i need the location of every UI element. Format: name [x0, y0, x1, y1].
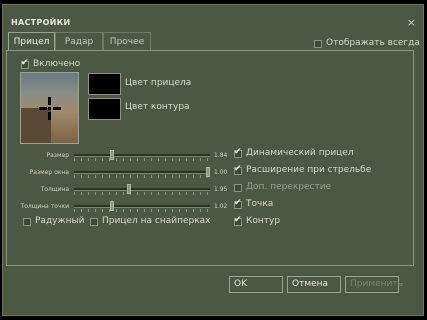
slider-ticks — [74, 175, 210, 178]
slider-value: 1.95 — [214, 186, 228, 193]
crosshair-dot — [48, 107, 51, 110]
enabled-label: Включено — [33, 59, 81, 69]
option-checkbox[interactable] — [234, 147, 242, 158]
close-icon[interactable]: × — [407, 17, 416, 28]
option-label: Контур — [246, 216, 281, 226]
crosshair-line-left — [39, 107, 47, 110]
slider-track — [74, 205, 210, 208]
cancel-button[interactable]: Отмена — [287, 276, 341, 293]
slider-label: Толщина — [40, 186, 69, 193]
tab-radar[interactable]: Радар — [55, 32, 103, 50]
crosshair-preview — [20, 72, 79, 144]
rainbow-checkbox[interactable] — [23, 218, 31, 226]
slider-track — [74, 171, 210, 174]
show-always-checkbox[interactable] — [314, 40, 322, 48]
option-label: Доп. перекрестие — [246, 182, 332, 192]
option-label: Расширение при стрельбе — [246, 165, 372, 175]
apply-button[interactable]: Применить — [345, 276, 403, 293]
show-always-label: Отображать всегда — [326, 38, 420, 48]
slider-label: Толщина точки — [20, 203, 69, 210]
crosshair-line-bottom — [48, 112, 51, 120]
slider-thumb[interactable] — [110, 150, 114, 160]
option-checkbox[interactable] — [234, 215, 242, 226]
slider-value: 1.02 — [214, 203, 228, 210]
slider[interactable] — [74, 184, 210, 195]
option-checkbox[interactable] — [234, 184, 242, 192]
title-bar[interactable]: НАСТРОЙКИ × — [3, 5, 423, 33]
option-label: Точка — [246, 199, 274, 209]
slider-ticks — [74, 209, 210, 212]
slider[interactable] — [74, 201, 210, 212]
slider-value: 1.00 — [214, 169, 228, 176]
rainbow-label: Радужный — [35, 216, 85, 226]
slider-label: Размер — [46, 152, 69, 159]
slider-ticks — [74, 192, 210, 195]
crosshair-line-top — [48, 97, 51, 105]
slider-thumb[interactable] — [127, 184, 131, 194]
enabled-checkbox[interactable] — [21, 58, 29, 69]
option-checkbox[interactable] — [234, 164, 242, 175]
window-title: НАСТРОЙКИ — [11, 18, 71, 27]
slider-track — [74, 154, 210, 157]
option-label: Динамический прицел — [246, 148, 354, 158]
crosshair-line-right — [53, 107, 61, 110]
slider[interactable] — [74, 167, 210, 178]
tab-other[interactable]: Прочее — [103, 32, 151, 50]
slider-thumb[interactable] — [110, 201, 114, 211]
slider-label: Размер окна — [29, 169, 69, 176]
ok-button[interactable]: OK — [229, 276, 283, 293]
crosshair-color-label: Цвет прицела — [125, 78, 192, 88]
slider-value: 1.84 — [214, 152, 228, 159]
sniper-crosshair-checkbox[interactable] — [90, 218, 98, 226]
crosshair-color-swatch[interactable] — [88, 73, 121, 95]
outline-color-swatch[interactable] — [88, 98, 121, 120]
slider-track — [74, 188, 210, 191]
slider[interactable] — [74, 150, 210, 161]
slider-thumb[interactable] — [206, 167, 210, 177]
tab-crosshair[interactable]: Прицел — [8, 32, 55, 51]
sniper-crosshair-label: Прицел на снайперках — [102, 216, 211, 226]
slider-ticks — [74, 158, 210, 161]
option-checkbox[interactable] — [234, 198, 242, 209]
outline-color-label: Цвет контура — [125, 102, 190, 112]
